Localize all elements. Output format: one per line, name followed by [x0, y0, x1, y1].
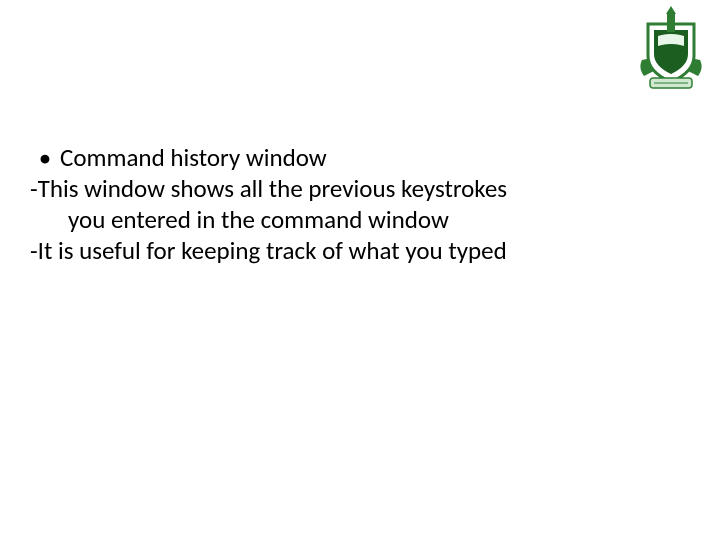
- slide-body: • Command history window -This window sh…: [30, 142, 670, 266]
- dash-line-1-cont: you entered in the command window: [30, 204, 670, 235]
- bullet-item: • Command history window: [30, 142, 670, 173]
- university-crest-logo: [636, 6, 706, 96]
- slide: • Command history window -This window sh…: [0, 0, 720, 540]
- dash-line-1: -This window shows all the previous keys…: [30, 173, 670, 204]
- bullet-text: Command history window: [60, 142, 670, 173]
- bullet-marker: •: [30, 142, 60, 173]
- dash-line-2: -It is useful for keeping track of what …: [30, 235, 670, 266]
